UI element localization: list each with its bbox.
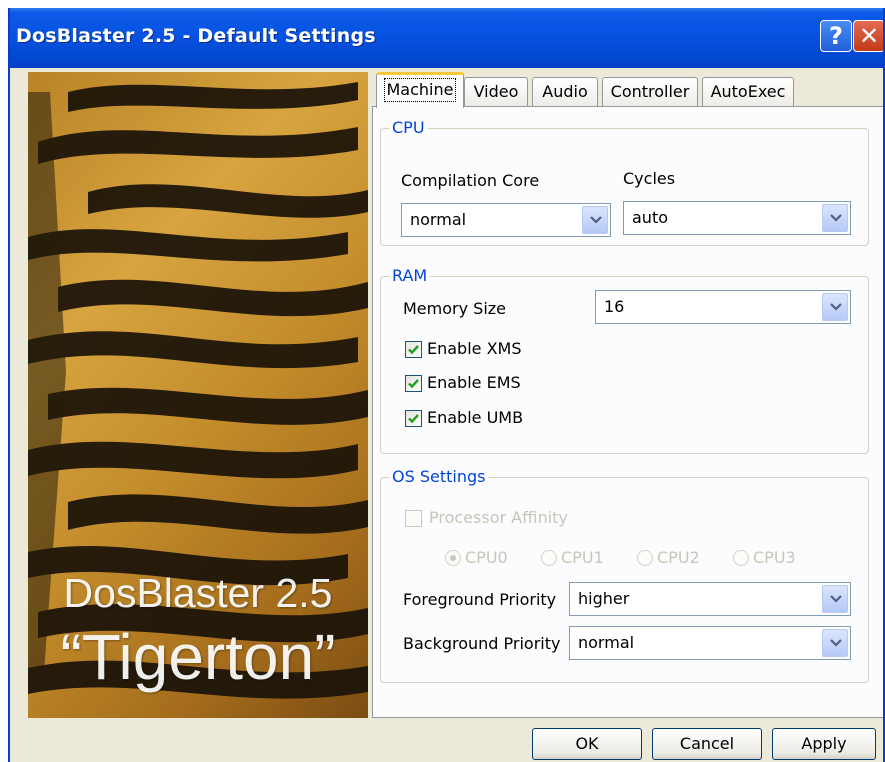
banner-codename: “Tigerton” <box>60 621 336 693</box>
chevron-down-icon[interactable] <box>822 629 848 657</box>
tab-controller-label: Controller <box>610 82 690 101</box>
checkmark-icon <box>408 379 419 389</box>
cancel-button[interactable]: Cancel <box>652 728 762 760</box>
cpu1-label: CPU1 <box>561 548 604 567</box>
cycles-select[interactable]: auto <box>623 201 851 235</box>
chevron-down-icon[interactable] <box>822 585 848 613</box>
chevron-down-icon[interactable] <box>822 204 848 232</box>
cpu3-label: CPU3 <box>753 548 796 567</box>
cpu2-radio[interactable] <box>637 550 653 566</box>
processor-affinity-checkbox[interactable] <box>405 510 422 527</box>
cycles-value: auto <box>632 208 669 227</box>
cpu-group-title: CPU <box>389 118 428 137</box>
apply-button[interactable]: Apply <box>772 728 876 760</box>
settings-dialog: DosBlaster 2.5 - Default Settings ? ✕ Do… <box>8 8 885 762</box>
memory-size-value: 16 <box>604 297 625 316</box>
background-priority-label: Background Priority <box>403 634 561 653</box>
enable-xms-checkbox[interactable] <box>405 341 422 358</box>
enable-umb-checkbox[interactable] <box>405 410 422 427</box>
tab-autoexec-label: AutoExec <box>710 82 786 101</box>
machine-tab-panel: CPU Compilation Core Cycles normal auto … <box>372 106 883 718</box>
tab-machine-label: Machine <box>383 78 457 102</box>
ram-group: RAM Memory Size 16 Enable XMS Enable EMS… <box>380 266 869 454</box>
tab-machine[interactable]: Machine <box>376 72 464 108</box>
compilation-core-label: Compilation Core <box>401 171 540 190</box>
close-button[interactable]: ✕ <box>853 20 883 52</box>
cpu1-radio[interactable] <box>541 550 557 566</box>
ram-group-title: RAM <box>389 266 431 285</box>
compilation-core-value: normal <box>410 210 467 229</box>
foreground-priority-select[interactable]: higher <box>569 582 851 616</box>
cpu3-radio[interactable] <box>733 550 749 566</box>
memory-size-select[interactable]: 16 <box>595 290 851 324</box>
checkmark-icon <box>408 345 419 355</box>
tab-autoexec[interactable]: AutoExec <box>702 77 794 107</box>
foreground-priority-value: higher <box>578 589 630 608</box>
cpu2-label: CPU2 <box>657 548 700 567</box>
os-settings-group-title: OS Settings <box>389 467 489 486</box>
cycles-label: Cycles <box>623 169 676 188</box>
cpu0-label: CPU0 <box>465 548 508 567</box>
window-title: DosBlaster 2.5 - Default Settings <box>16 25 376 47</box>
os-settings-group: OS Settings Processor Affinity CPU0 CPU1… <box>380 467 869 683</box>
foreground-priority-label: Foreground Priority <box>403 590 557 609</box>
ok-button[interactable]: OK <box>532 728 642 760</box>
enable-xms-label[interactable]: Enable XMS <box>427 339 522 358</box>
enable-ems-label[interactable]: Enable EMS <box>427 373 521 392</box>
banner-product-name: DosBlaster 2.5 <box>63 570 333 616</box>
background-priority-value: normal <box>578 633 635 652</box>
processor-affinity-label: Processor Affinity <box>429 508 568 527</box>
tab-video-label: Video <box>473 82 519 101</box>
enable-umb-label[interactable]: Enable UMB <box>427 408 523 427</box>
cpu-group: CPU Compilation Core Cycles normal auto <box>380 118 869 246</box>
tiger-banner-image: DosBlaster 2.5 “Tigerton” <box>28 72 368 718</box>
tab-audio[interactable]: Audio <box>532 77 598 107</box>
memory-size-label: Memory Size <box>403 299 506 318</box>
compilation-core-select[interactable]: normal <box>401 203 611 237</box>
chevron-down-icon[interactable] <box>822 293 848 321</box>
tab-video[interactable]: Video <box>464 77 528 107</box>
tab-controller[interactable]: Controller <box>602 77 698 107</box>
background-priority-select[interactable]: normal <box>569 626 851 660</box>
tab-audio-label: Audio <box>542 82 588 101</box>
checkmark-icon <box>408 414 419 424</box>
chevron-down-icon[interactable] <box>582 206 608 234</box>
cpu0-radio[interactable] <box>445 550 461 566</box>
title-bar[interactable]: DosBlaster 2.5 - Default Settings ? ✕ <box>10 8 883 68</box>
enable-ems-checkbox[interactable] <box>405 375 422 392</box>
help-button[interactable]: ? <box>820 20 852 52</box>
